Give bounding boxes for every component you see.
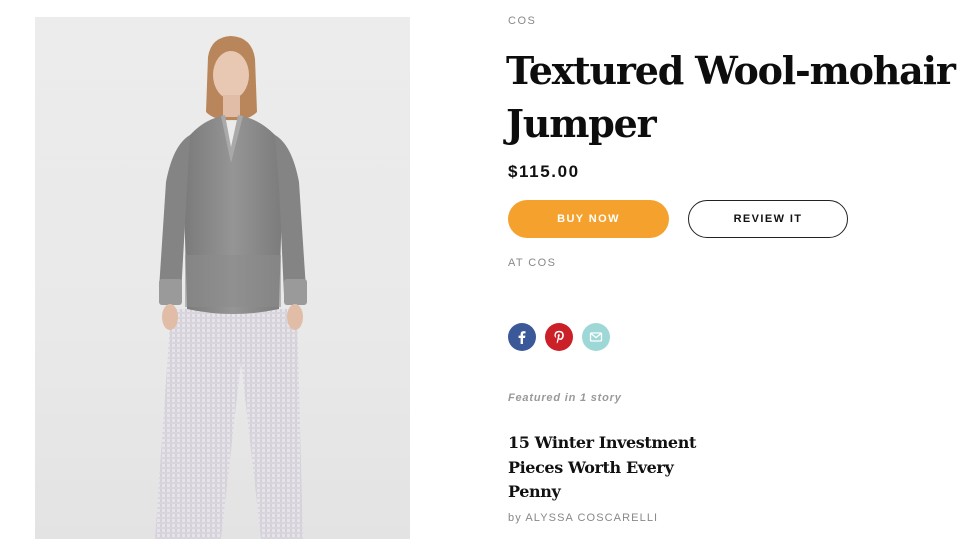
facebook-icon: [518, 331, 526, 344]
story-byline: by ALYSSA COSCARELLI: [508, 512, 659, 524]
brand-label: COS: [508, 15, 537, 27]
share-buttons: [508, 323, 610, 351]
product-image: [35, 17, 410, 539]
share-facebook-button[interactable]: [508, 323, 536, 351]
featured-label: Featured in 1 story: [508, 392, 622, 404]
share-email-button[interactable]: [582, 323, 610, 351]
email-icon: [589, 332, 603, 342]
product-price: $115.00: [508, 162, 580, 181]
buy-now-button[interactable]: BUY NOW: [508, 200, 669, 238]
share-pinterest-button[interactable]: [545, 323, 573, 351]
product-title: Textured Wool-mohair Jumper: [506, 48, 956, 146]
review-it-button[interactable]: REVIEW IT: [688, 200, 848, 238]
retailer-label: AT COS: [508, 257, 557, 269]
pinterest-icon: [554, 330, 564, 344]
featured-story-link[interactable]: 15 Winter Investment Pieces Worth Every …: [508, 431, 708, 505]
model-illustration: [155, 36, 307, 539]
